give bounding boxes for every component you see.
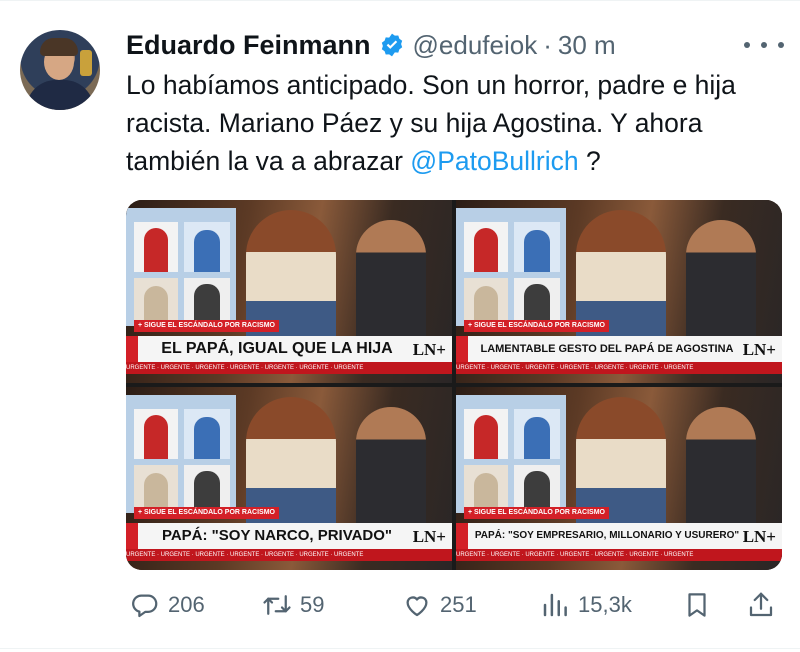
channel-logo: LN+ xyxy=(412,527,446,546)
panelist xyxy=(464,409,508,459)
channel-logo: LN+ xyxy=(742,527,776,546)
banner-accent xyxy=(456,336,468,362)
media-image[interactable]: + SIGUE EL ESCÁNDALO POR RACISMO PAPÁ: "… xyxy=(456,387,782,570)
retweet-button[interactable]: 59 xyxy=(262,585,324,625)
author-handle[interactable]: @edufeiok xyxy=(413,30,538,61)
avatar[interactable] xyxy=(20,30,100,110)
panelist xyxy=(134,409,178,459)
banner-text: PAPÁ: "SOY NARCO, PRIVADO" xyxy=(161,527,393,544)
tweet-header: Eduardo Feinmann @edufeiok · 30 m xyxy=(126,28,616,62)
more-options-icon[interactable] xyxy=(744,33,784,57)
reply-button[interactable]: 206 xyxy=(130,585,205,625)
avatar-trophy xyxy=(80,50,92,76)
news-banner: PAPÁ: "SOY NARCO, PRIVADO" LN+ xyxy=(126,523,452,549)
panel-grid xyxy=(456,395,566,515)
news-label: + SIGUE EL ESCÁNDALO POR RACISMO xyxy=(134,320,279,332)
news-label: + SIGUE EL ESCÁNDALO POR RACISMO xyxy=(464,320,609,332)
panel-grid xyxy=(456,208,566,328)
panelist xyxy=(514,409,560,459)
panelist xyxy=(134,222,178,272)
banner-accent xyxy=(126,336,138,362)
panel-grid xyxy=(126,395,236,515)
timestamp[interactable]: 30 m xyxy=(558,30,616,61)
panelist-figure xyxy=(144,228,168,272)
panelist-figure xyxy=(474,228,498,272)
news-ticker: URGENTE · URGENTE · URGENTE · URGENTE · … xyxy=(126,549,452,561)
views-chart-icon xyxy=(543,593,567,617)
media-image[interactable]: + SIGUE EL ESCÁNDALO POR RACISMO LAMENTA… xyxy=(456,200,782,383)
video-man xyxy=(356,407,426,537)
top-divider xyxy=(0,0,800,1)
share-icon xyxy=(749,592,773,617)
panelist-figure xyxy=(194,417,220,459)
media-grid: + SIGUE EL ESCÁNDALO POR RACISMO EL PAPÁ… xyxy=(126,200,782,570)
news-label: + SIGUE EL ESCÁNDALO POR RACISMO xyxy=(134,507,279,519)
banner-accent xyxy=(126,523,138,549)
views-count: 15,3k xyxy=(578,592,632,617)
panelist-figure xyxy=(194,230,220,272)
more-dot xyxy=(744,42,750,48)
views-button[interactable]: 15,3k xyxy=(540,585,632,625)
verified-badge-icon xyxy=(381,33,402,57)
like-count: 251 xyxy=(440,592,477,617)
retweet-count: 59 xyxy=(300,592,325,617)
panelist-figure xyxy=(524,417,550,459)
video-man xyxy=(686,407,756,537)
channel-logo: LN+ xyxy=(412,340,446,359)
author-name[interactable]: Eduardo Feinmann xyxy=(126,30,371,61)
news-ticker: URGENTE · URGENTE · URGENTE · URGENTE · … xyxy=(126,362,452,374)
panelist xyxy=(184,409,230,459)
bookmark-icon xyxy=(688,593,706,617)
banner-text: EL PAPÁ, IGUAL QUE LA HIJA xyxy=(161,340,393,357)
panelist-figure xyxy=(144,415,168,459)
panelist xyxy=(514,222,560,272)
time-separator: · xyxy=(543,29,552,60)
tweet-text: Lo habíamos anticipado. Son un horror, p… xyxy=(126,66,786,180)
panelist xyxy=(184,222,230,272)
more-dot xyxy=(778,42,784,48)
action-bar: 206 59 251 15,3k xyxy=(126,585,786,625)
panelist-figure xyxy=(524,230,550,272)
heart-icon xyxy=(406,596,428,617)
media-image[interactable]: + SIGUE EL ESCÁNDALO POR RACISMO PAPÁ: "… xyxy=(126,387,452,570)
banner-accent xyxy=(456,523,468,549)
bottom-divider xyxy=(0,648,800,649)
reply-icon xyxy=(132,594,158,618)
share-button[interactable] xyxy=(746,585,776,625)
video-man xyxy=(356,220,426,350)
news-label: + SIGUE EL ESCÁNDALO POR RACISMO xyxy=(464,507,609,519)
news-banner: LAMENTABLE GESTO DEL PAPÁ DE AGOSTINA LN… xyxy=(456,336,782,362)
banner-text: PAPÁ: "SOY EMPRESARIO, MILLONARIO Y USUR… xyxy=(474,530,740,541)
panelist xyxy=(464,222,508,272)
more-dot xyxy=(761,42,767,48)
retweet-icon xyxy=(263,595,291,615)
mention-link[interactable]: @PatoBullrich xyxy=(410,146,578,176)
banner-text: LAMENTABLE GESTO DEL PAPÁ DE AGOSTINA xyxy=(480,343,734,355)
tweet-text-part: ? xyxy=(578,146,601,176)
video-man xyxy=(686,220,756,350)
avatar-hair xyxy=(40,38,78,56)
news-banner: PAPÁ: "SOY EMPRESARIO, MILLONARIO Y USUR… xyxy=(456,523,782,549)
media-image[interactable]: + SIGUE EL ESCÁNDALO POR RACISMO EL PAPÁ… xyxy=(126,200,452,383)
like-button[interactable]: 251 xyxy=(402,585,477,625)
bookmark-button[interactable] xyxy=(682,585,712,625)
panel-grid xyxy=(126,208,236,328)
avatar-suit xyxy=(26,80,94,110)
news-ticker: URGENTE · URGENTE · URGENTE · URGENTE · … xyxy=(456,362,782,374)
news-ticker: URGENTE · URGENTE · URGENTE · URGENTE · … xyxy=(456,549,782,561)
reply-count: 206 xyxy=(168,592,205,617)
news-banner: EL PAPÁ, IGUAL QUE LA HIJA LN+ xyxy=(126,336,452,362)
panelist-figure xyxy=(474,415,498,459)
channel-logo: LN+ xyxy=(742,340,776,359)
